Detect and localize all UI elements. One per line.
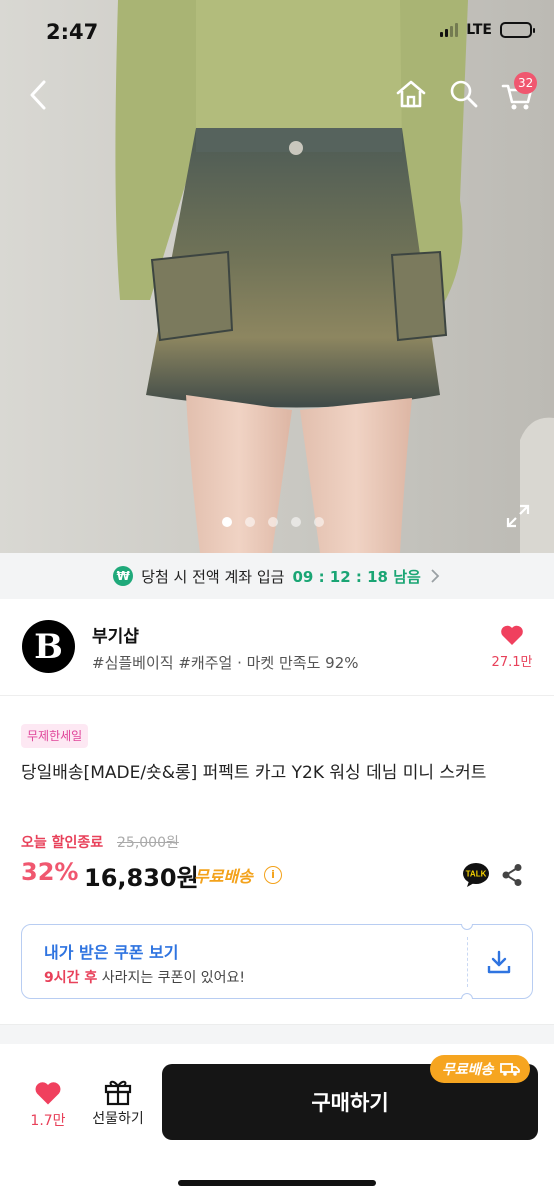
seller-section[interactable]: B 부기샵 #심플베이직 #캐주얼 · 마켓 만족도 92% 27.1만 bbox=[0, 600, 554, 696]
product-image-gallery[interactable]: 2:47 LTE 32 bbox=[0, 0, 554, 553]
seller-likes-count: 27.1만 bbox=[491, 655, 533, 670]
cart-count-badge: 32 bbox=[514, 72, 538, 94]
home-indicator bbox=[178, 1180, 376, 1186]
gallery-dot[interactable] bbox=[268, 517, 278, 527]
like-count: 1.7만 bbox=[30, 1113, 66, 1129]
status-bar: 2:47 LTE bbox=[0, 0, 554, 66]
product-title: 당일배송[MADE/숏&롱] 퍼펙트 카고 Y2K 워싱 데님 미니 스커트 bbox=[21, 763, 487, 783]
coupon-expiry-text: 사라지는 쿠폰이 있어요! bbox=[97, 970, 246, 986]
heart-icon[interactable] bbox=[34, 1080, 62, 1106]
coupon-title[interactable]: 내가 받은 쿠폰 보기 bbox=[44, 939, 178, 963]
countdown-timer: 09 : 12 : 18 남음 bbox=[292, 567, 421, 586]
home-icon[interactable] bbox=[395, 78, 427, 110]
original-price: 25,000원 bbox=[117, 835, 179, 851]
coupon-subtext: 9시간 후 사라지는 쿠폰이 있어요! bbox=[44, 967, 245, 987]
gallery-pagination bbox=[222, 517, 324, 527]
truck-icon bbox=[499, 1063, 520, 1076]
chevron-right-icon bbox=[431, 569, 440, 583]
bottom-action-bar: 1.7만 선물하기 구매하기 무료배송 bbox=[0, 1044, 554, 1200]
gift-icon[interactable] bbox=[103, 1076, 133, 1106]
discount-rate: 32% bbox=[21, 858, 79, 886]
won-icon: ₩ bbox=[113, 566, 134, 586]
talk-icon[interactable]: TALK bbox=[462, 862, 490, 888]
gallery-dot[interactable] bbox=[222, 517, 232, 527]
signal-icon bbox=[440, 23, 459, 37]
free-shipping-badge-label: 무료배송 bbox=[442, 1062, 494, 1078]
section-divider bbox=[0, 1024, 554, 1044]
deadline-banner[interactable]: ₩ 당첨 시 전액 계좌 입금 09 : 12 : 18 남음 bbox=[0, 553, 554, 599]
status-indicators: LTE bbox=[440, 22, 535, 38]
coupon-expiry-highlight: 9시간 후 bbox=[44, 970, 98, 986]
free-shipping-label: 무료배송 bbox=[194, 867, 253, 886]
seller-logo[interactable]: B bbox=[22, 620, 75, 673]
battery-icon bbox=[500, 22, 535, 38]
download-icon[interactable] bbox=[486, 949, 512, 975]
heart-icon[interactable] bbox=[500, 624, 524, 646]
gallery-dot[interactable] bbox=[291, 517, 301, 527]
status-time: 2:47 bbox=[46, 20, 99, 44]
deadline-text: 당첨 시 전액 계좌 입금 bbox=[141, 567, 285, 586]
free-shipping-badge: 무료배송 bbox=[430, 1055, 530, 1083]
sale-price: 16,830원 bbox=[84, 864, 199, 892]
share-icon[interactable] bbox=[501, 863, 523, 887]
back-arrow-icon[interactable] bbox=[24, 78, 54, 112]
search-icon[interactable] bbox=[449, 78, 479, 110]
svg-text:TALK: TALK bbox=[466, 870, 487, 879]
sale-tag: 무제한세일 bbox=[21, 724, 89, 748]
seller-name[interactable]: 부기샵 bbox=[92, 622, 139, 647]
info-icon[interactable]: i bbox=[264, 866, 282, 884]
coupon-card[interactable]: 내가 받은 쿠폰 보기 9시간 후 사라지는 쿠폰이 있어요! bbox=[21, 924, 533, 999]
sale-end-label: 오늘 할인종료 bbox=[21, 835, 104, 851]
network-label: LTE bbox=[466, 22, 492, 38]
fullscreen-icon[interactable] bbox=[506, 504, 530, 528]
gallery-dot[interactable] bbox=[245, 517, 255, 527]
seller-meta: #심플베이직 #캐주얼 · 마켓 만족도 92% bbox=[92, 654, 359, 672]
gift-label[interactable]: 선물하기 bbox=[84, 1108, 152, 1128]
gallery-dot[interactable] bbox=[314, 517, 324, 527]
